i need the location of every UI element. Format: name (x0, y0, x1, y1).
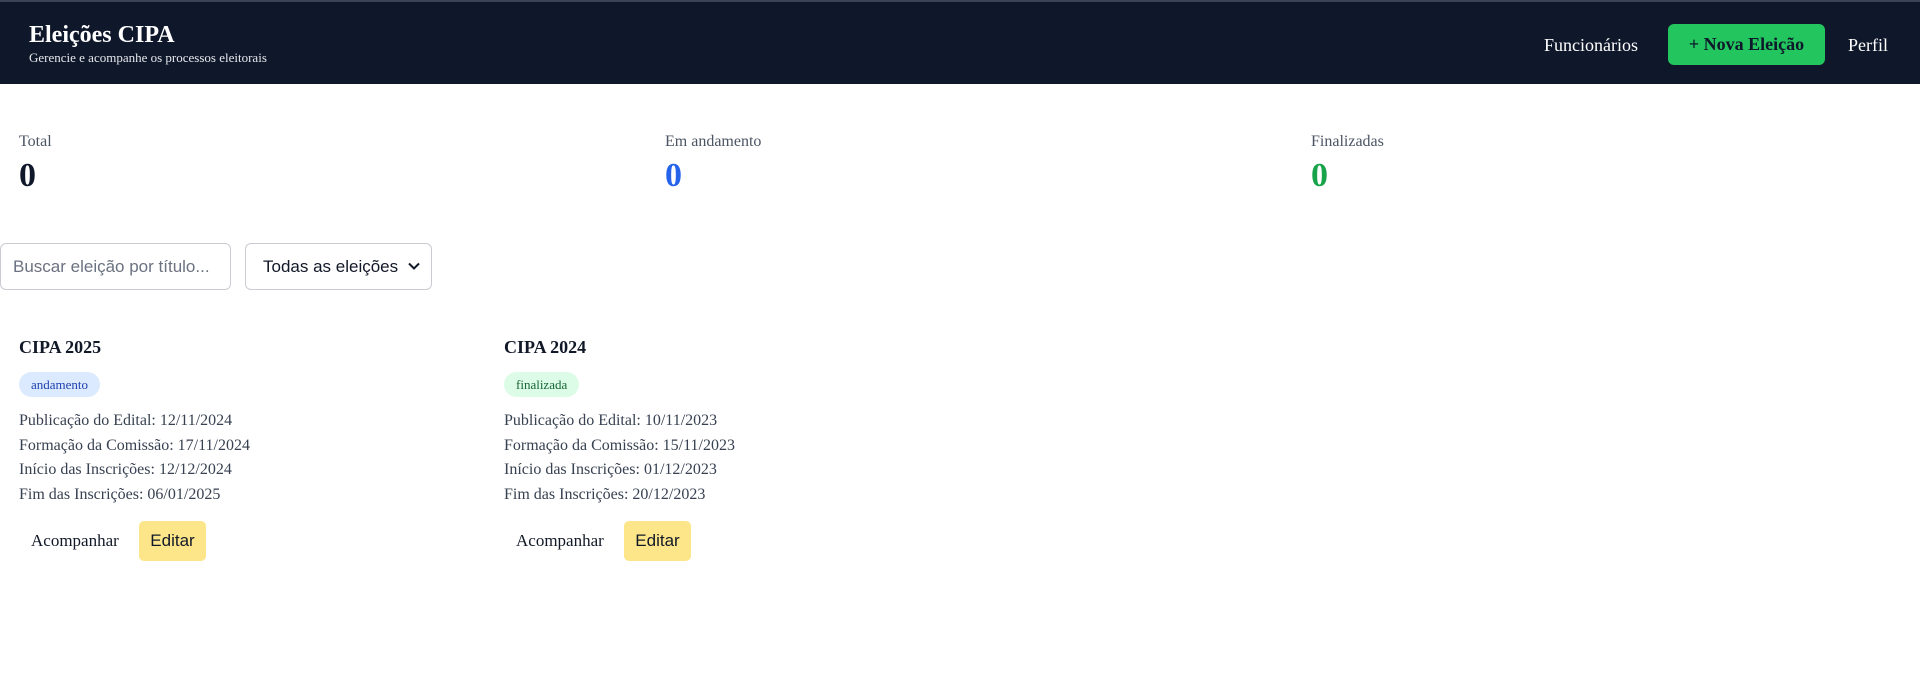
detail-inicio-inscricoes: Início das Inscrições: 12/12/2024 (19, 461, 232, 478)
detail-fim-inscricoes: Fim das Inscrições: 20/12/2023 (504, 485, 706, 503)
election-card: CIPA 2024 finalizada Publicação do Edita… (504, 335, 944, 561)
stat-in-progress-value: 0 (665, 157, 682, 194)
stat-total-label: Total (19, 133, 52, 150)
detail-fim-inscricoes: Fim das Inscrições: 06/01/2025 (19, 485, 221, 503)
edit-button[interactable]: Editar (624, 521, 691, 561)
card-actions: Acompanhar Editar (19, 521, 459, 561)
election-card: CIPA 2025 andamento Publicação do Edital… (19, 335, 459, 561)
stat-finished-label: Finalizadas (1311, 133, 1384, 150)
detail-publicacao: Publicação do Edital: 10/11/2023 (504, 412, 718, 429)
edit-button[interactable]: Editar (139, 521, 206, 561)
app-subtitle: Gerencie e acompanhe os processos eleito… (29, 50, 267, 65)
stat-finished: Finalizadas 0 (1311, 132, 1384, 196)
app-title: Eleições CIPA (29, 22, 175, 48)
top-navbar: Eleições CIPA Gerencie e acompanhe os pr… (0, 0, 1920, 84)
chevron-down-icon (407, 258, 421, 278)
follow-button[interactable]: Acompanhar (504, 521, 616, 561)
card-actions: Acompanhar Editar (504, 521, 944, 561)
election-filter-select[interactable]: Todas as eleições (245, 243, 432, 290)
follow-button[interactable]: Acompanhar (19, 521, 131, 561)
election-details: Publicação do Edital: 12/11/2024 Formaçã… (19, 409, 459, 507)
status-badge: andamento (19, 372, 101, 397)
detail-formacao: Formação da Comissão: 15/11/2023 (504, 436, 735, 454)
detail-formacao: Formação da Comissão: 17/11/2024 (19, 436, 250, 454)
stat-total: Total 0 (19, 132, 52, 196)
stat-total-value: 0 (19, 157, 36, 194)
status-badge: finalizada (504, 372, 580, 397)
nav-profile-link[interactable]: Perfil (1848, 35, 1888, 56)
new-election-button[interactable]: + Nova Eleição (1668, 24, 1825, 65)
stat-in-progress-label: Em andamento (665, 133, 762, 150)
nav-funcionarios-link[interactable]: Funcionários (1544, 35, 1638, 56)
election-title: CIPA 2024 (504, 337, 587, 357)
detail-publicacao: Publicação do Edital: 12/11/2024 (19, 412, 233, 429)
detail-inicio-inscricoes: Início das Inscrições: 01/12/2023 (504, 461, 717, 478)
stat-finished-value: 0 (1311, 157, 1328, 194)
election-details: Publicação do Edital: 10/11/2023 Formaçã… (504, 409, 944, 507)
stat-in-progress: Em andamento 0 (665, 132, 761, 196)
brand: Eleições CIPA Gerencie e acompanhe os pr… (29, 20, 267, 66)
search-input[interactable] (0, 243, 231, 290)
election-filter-value: Todas as eleições (263, 256, 399, 276)
election-title: CIPA 2025 (19, 337, 102, 357)
